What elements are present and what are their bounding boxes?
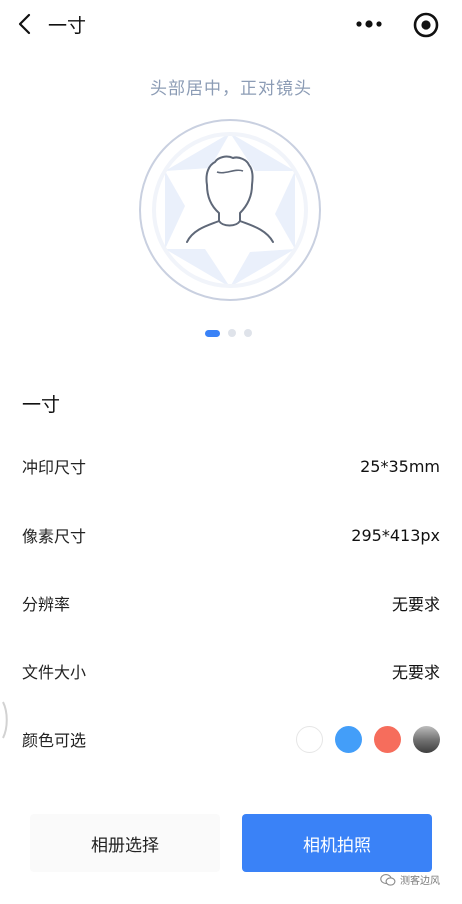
more-dots-icon[interactable] (353, 13, 385, 35)
page-title: 一寸 (48, 15, 87, 37)
spec-label: 分辨率 (22, 595, 71, 614)
chevron-left-icon[interactable] (12, 10, 38, 38)
color-option-white[interactable] (296, 725, 323, 753)
spec-label: 像素尺寸 (22, 527, 87, 546)
album-select-button[interactable]: 相册选择 (30, 814, 220, 872)
spec-row-colors: 颜色可选 (22, 724, 440, 754)
edge-handle (2, 701, 8, 739)
spec-row-pixel-size: 像素尺寸 295*413px (22, 520, 440, 550)
color-options (296, 725, 440, 753)
carousel-dot[interactable] (244, 329, 252, 337)
target-icon[interactable] (411, 10, 441, 40)
spec-row-print-size: 冲印尺寸 25*35mm (22, 451, 440, 481)
spec-label: 冲印尺寸 (22, 458, 87, 477)
carousel-indicator (205, 328, 252, 338)
navigation-bar: 一寸 (0, 0, 462, 50)
spec-value: 无要求 (391, 595, 440, 614)
watermark: 测客边风 (380, 872, 440, 887)
carousel-dot[interactable] (228, 329, 236, 337)
spec-row-file-size: 文件大小 无要求 (22, 656, 440, 686)
chat-bubble-icon (380, 873, 396, 886)
capture-hint: 头部居中，正对镜头 (150, 79, 312, 99)
carousel-dot-active[interactable] (205, 329, 220, 337)
camera-capture-button[interactable]: 相机拍照 (242, 814, 432, 872)
color-option-gradient[interactable] (413, 725, 440, 753)
color-option-blue[interactable] (335, 725, 362, 753)
id-photo-page: 一寸 头部居中，正对镜头 一寸 冲印尺寸 25*35mm 像素尺寸 295*41… (0, 0, 462, 904)
spec-row-resolution: 分辨率 无要求 (22, 588, 440, 618)
colors-label: 颜色可选 (22, 731, 87, 750)
color-option-red[interactable] (374, 725, 401, 753)
person-silhouette-icon (139, 119, 321, 301)
spec-value: 295*413px (351, 525, 440, 545)
watermark-text: 测客边风 (400, 876, 440, 887)
spec-title: 一寸 (22, 394, 61, 416)
spec-value: 无要求 (391, 663, 440, 682)
spec-label: 文件大小 (22, 663, 87, 682)
spec-value: 25*35mm (360, 456, 440, 476)
